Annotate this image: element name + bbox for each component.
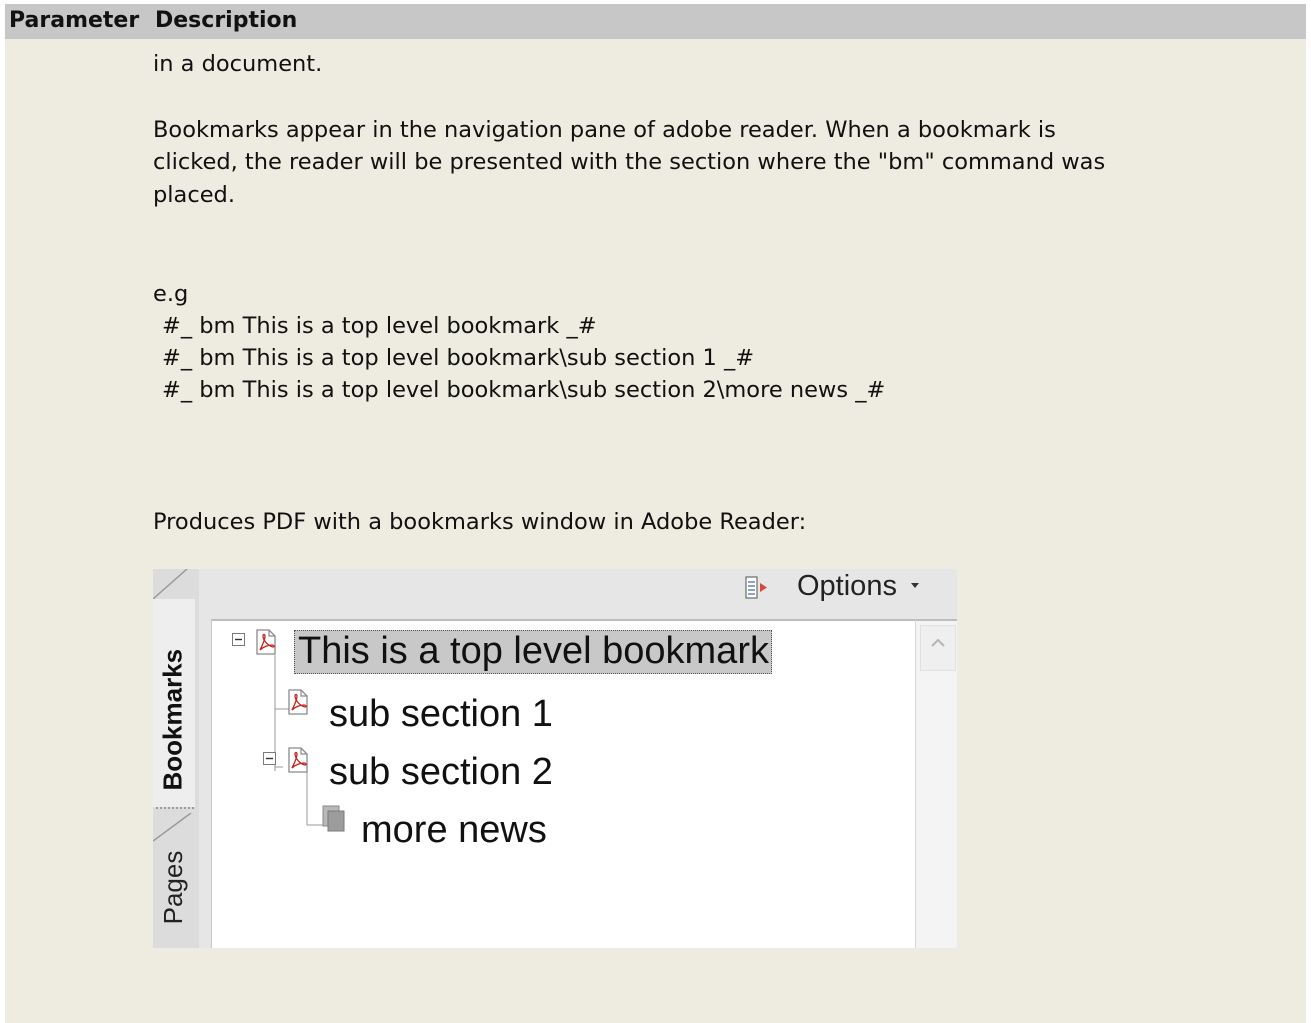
bookmark-item-sub-section-1[interactable]: sub section 1 bbox=[329, 695, 553, 733]
paragraph-line-2: clicked, the reader will be presented wi… bbox=[153, 149, 1106, 175]
chevron-down-icon bbox=[911, 583, 919, 588]
tab-pages[interactable]: Pages bbox=[153, 831, 195, 948]
bookmarks-toolbar: Options × bbox=[199, 569, 957, 619]
example-line: #_ bm This is a top level bookmark _# bbox=[162, 313, 597, 339]
scroll-up-button[interactable] bbox=[920, 625, 956, 671]
tab-bookmarks-label: Bookmarks bbox=[157, 648, 188, 791]
bookmark-label: This is a top level bookmark bbox=[298, 630, 769, 672]
help-page: Parameter Description in a document. Boo… bbox=[5, 4, 1306, 1023]
bookmark-item-sub-section-2[interactable]: sub section 2 bbox=[329, 753, 553, 791]
example-line: #_ bm This is a top level bookmark\sub s… bbox=[162, 345, 755, 371]
tab-pages-label: Pages bbox=[158, 850, 188, 925]
tab-corner-icon bbox=[153, 569, 188, 599]
parameter-column-header: Parameter bbox=[9, 8, 140, 33]
gray-page-icon bbox=[322, 805, 345, 832]
paragraph-line-3: placed. bbox=[153, 182, 235, 208]
intro-fragment: in a document. bbox=[153, 51, 323, 77]
bookmark-label: sub section 1 bbox=[329, 693, 553, 735]
bookmarks-panel-screenshot: Bookmarks Pages Options × bbox=[153, 569, 957, 948]
pdf-page-icon bbox=[288, 747, 308, 773]
bookmark-item-top-level[interactable]: This is a top level bookmark bbox=[294, 630, 772, 674]
bookmark-label: sub section 2 bbox=[329, 751, 553, 793]
bookmark-item-more-news[interactable]: more news bbox=[361, 811, 547, 849]
bookmark-tree: This is a top level bookmark sub section… bbox=[211, 619, 916, 948]
options-menu-button[interactable]: Options bbox=[797, 570, 897, 603]
example-line: #_ bm This is a top level bookmark\sub s… bbox=[162, 377, 886, 403]
tab-bookmarks[interactable]: Bookmarks bbox=[153, 599, 195, 807]
pdf-page-icon bbox=[256, 629, 276, 655]
bookmark-tree-scrollbar[interactable] bbox=[915, 619, 957, 948]
description-column-header: Description bbox=[155, 8, 298, 33]
collapse-icon[interactable] bbox=[263, 752, 277, 766]
navigation-tab-strip: Bookmarks Pages bbox=[153, 569, 199, 948]
pdf-page-icon bbox=[288, 689, 308, 715]
collapse-icon[interactable] bbox=[232, 633, 246, 647]
produces-text: Produces PDF with a bookmarks window in … bbox=[153, 509, 807, 535]
chevron-up-icon bbox=[931, 638, 945, 647]
paragraph-line-1: Bookmarks appear in the navigation pane … bbox=[153, 117, 1056, 143]
bookmark-label: more news bbox=[361, 809, 547, 851]
table-header-row: Parameter Description bbox=[5, 4, 1306, 39]
example-label: e.g bbox=[153, 281, 189, 307]
bookmark-options-icon[interactable] bbox=[745, 575, 773, 601]
